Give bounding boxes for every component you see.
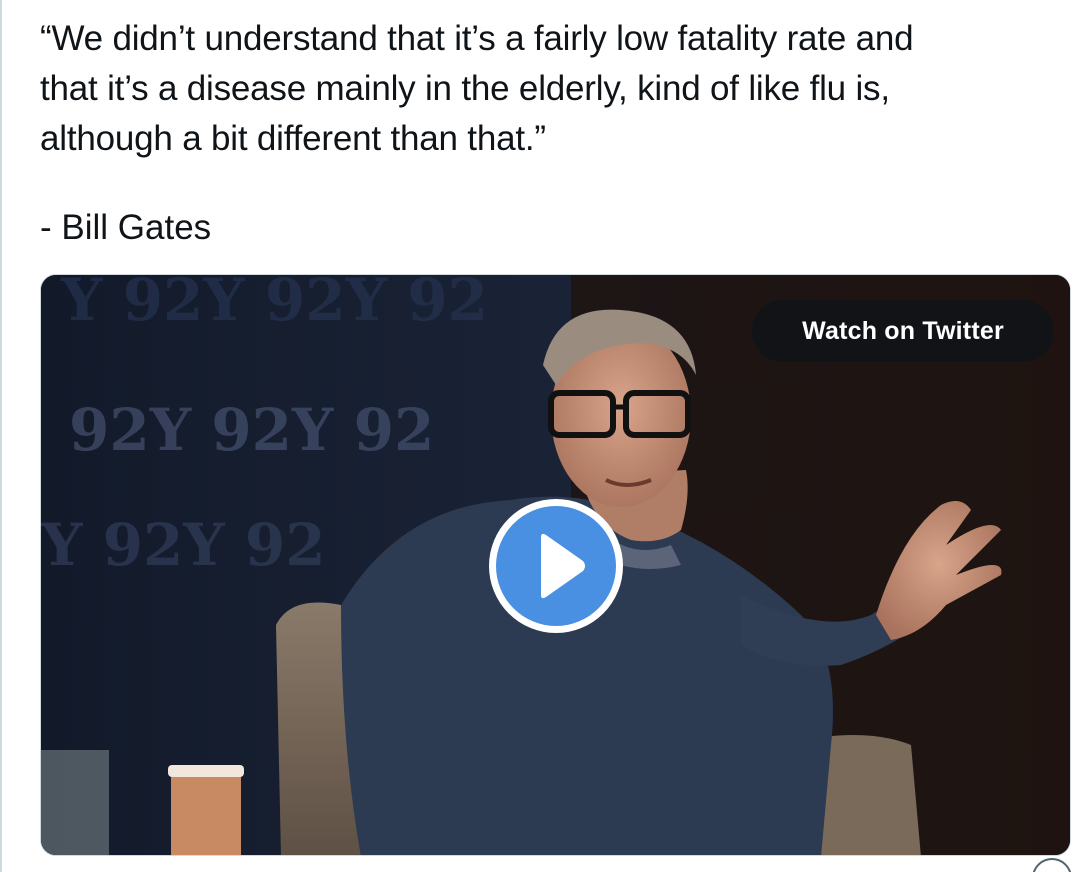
svg-text:Y 92Y 92Y 92: Y 92Y 92Y 92: [60, 275, 488, 334]
quote-line-1: “We didn’t understand that it’s a fairly…: [40, 19, 914, 58]
tweet-text: “We didn’t understand that it’s a fairly…: [40, 14, 1070, 164]
tweet-card: “We didn’t understand that it’s a fairly…: [0, 0, 1088, 872]
watch-on-twitter-button[interactable]: Watch on Twitter: [752, 300, 1054, 362]
play-button[interactable]: [489, 499, 623, 633]
play-icon: [541, 533, 585, 599]
quote-line-2: that it’s a disease mainly in the elderl…: [40, 69, 890, 108]
video-player[interactable]: Y 92Y 92Y 92 92Y 92Y 92 Y 92Y 92 Watch o…: [40, 274, 1071, 856]
quote-attribution: - Bill Gates: [40, 208, 212, 247]
overflow-circle-icon[interactable]: [1032, 858, 1072, 872]
svg-text:92Y 92Y 92: 92Y 92Y 92: [69, 396, 434, 464]
svg-text:Y 92Y 92: Y 92Y 92: [41, 511, 326, 579]
quote-line-3: although a bit different than that.”: [40, 119, 546, 158]
